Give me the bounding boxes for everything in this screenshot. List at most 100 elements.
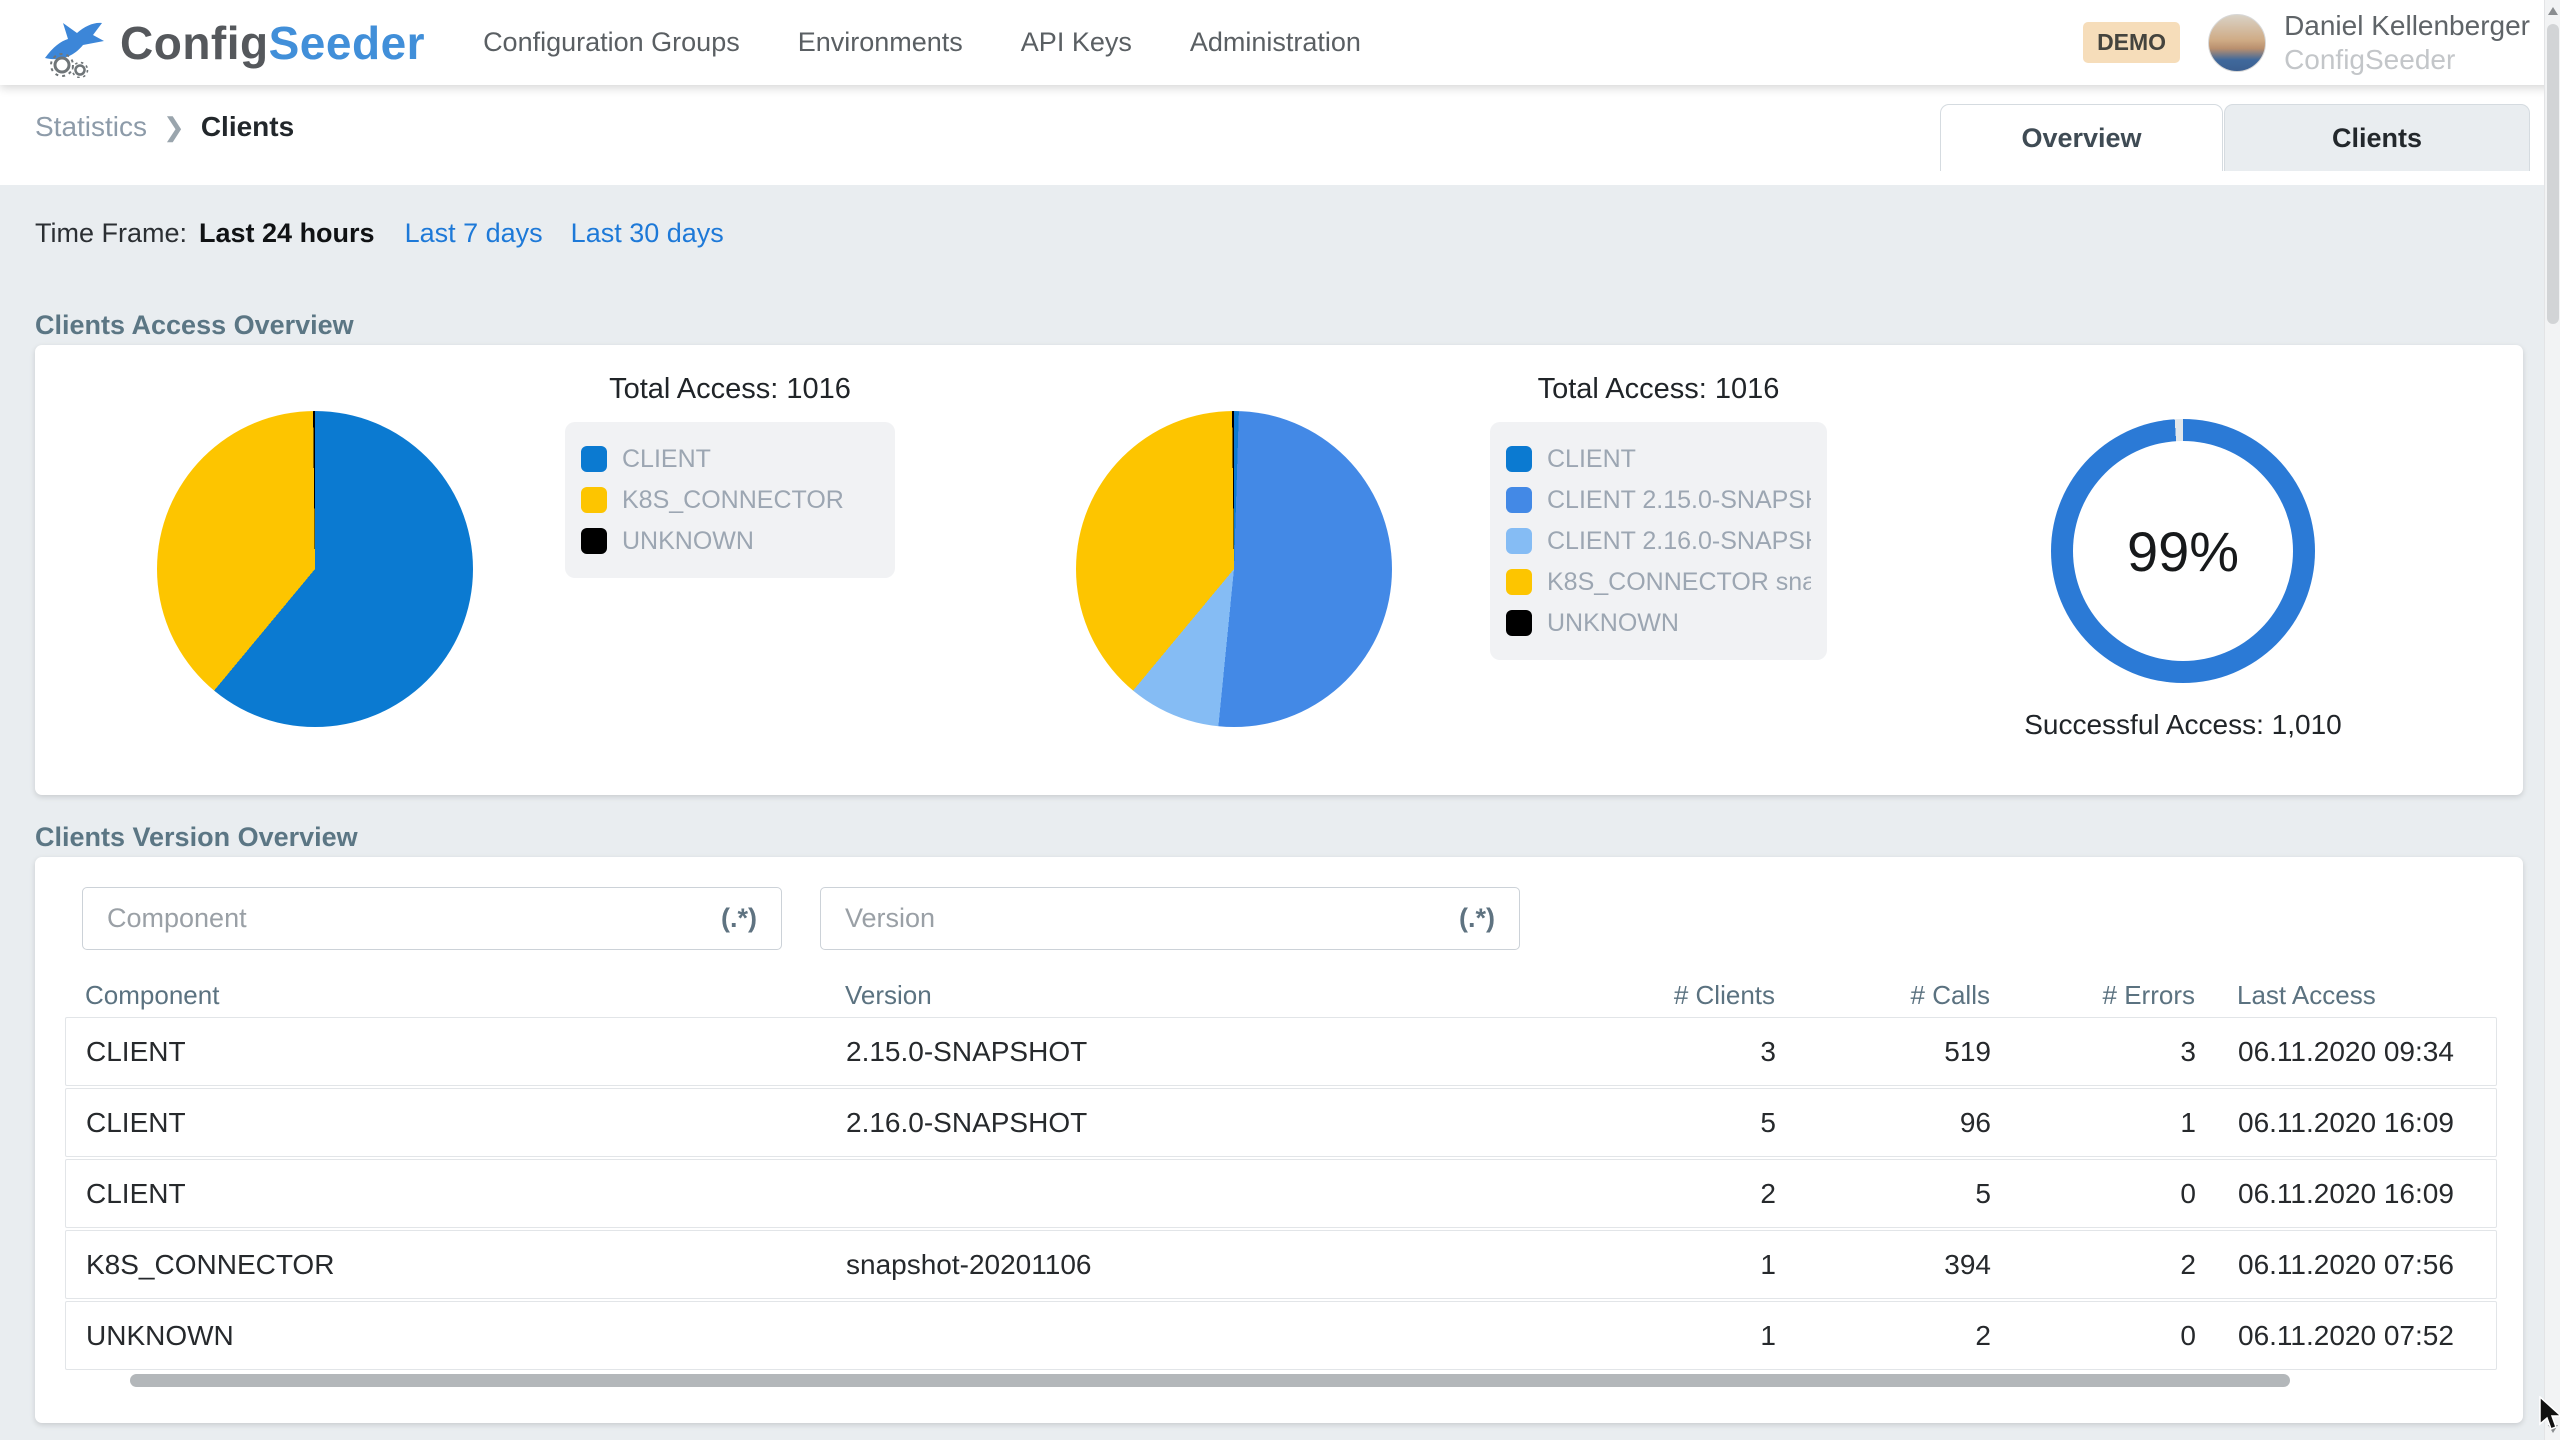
col-header-component: Component [85,980,825,1011]
table-row: K8S_CONNECTORsnapshot-202011061394206.11… [65,1230,2497,1299]
component-filter-placeholder: Component [107,903,721,934]
total-access-title-1: Total Access: 1016 [565,373,895,406]
nav-item-api-keys[interactable]: API Keys [1021,27,1132,58]
table-horizontal-scrollbar[interactable] [130,1374,2290,1387]
legend-item[interactable]: CLIENT [1506,441,1811,477]
legend-color-chip [1506,610,1532,636]
table-body: CLIENT2.15.0-SNAPSHOT3519306.11.2020 09:… [65,1017,2497,1372]
cell-component: K8S_CONNECTOR [86,1249,826,1281]
legend-label: CLIENT [1547,445,1636,474]
mouse-cursor [2538,1396,2560,1432]
cell-num: 2 [1991,1249,2196,1281]
section-title-access-overview: Clients Access Overview [35,310,354,341]
legend-item[interactable]: CLIENT 2.16.0-SNAPSHOT [1506,523,1811,559]
cell-num: 1 [1516,1320,1776,1352]
user-org: ConfigSeeder [2284,43,2530,77]
success-rate-donut-chart: 99% [2051,419,2315,683]
clients-access-overview-card: Total Access: 1016 CLIENT K8S_CONNECTOR UN… [35,345,2523,795]
legend-label: CLIENT [622,445,711,474]
timeframe-last-7-days-link[interactable]: Last 7 days [405,218,543,249]
cell-num: 0 [1991,1178,2196,1210]
legend-label: K8S_CONNECTOR [622,486,844,515]
timeframe-last-30-days-link[interactable]: Last 30 days [571,218,724,249]
legend-box-1: CLIENT K8S_CONNECTOR UNKNOWN [565,422,895,578]
legend-label: UNKNOWN [1547,609,1679,638]
cell-num: 2 [1776,1320,1991,1352]
col-header-last-access: Last Access [2195,980,2473,1011]
col-header-calls: # Calls [1775,980,1990,1011]
cell-component: CLIENT [86,1036,826,1068]
legend-color-chip [1506,487,1532,513]
legend-color-chip [1506,569,1532,595]
nav-item-administration[interactable]: Administration [1190,27,1361,58]
user-info[interactable]: Daniel Kellenberger ConfigSeeder [2284,9,2530,76]
legend-color-chip [1506,528,1532,554]
tab-clients[interactable]: Clients [2224,104,2530,171]
table-row: CLIENT25006.11.2020 16:09 [65,1159,2497,1228]
component-filter-input[interactable]: Component (.*) [82,887,782,950]
navbar-right: DEMO Daniel Kellenberger ConfigSeeder [2083,0,2530,85]
cell-num: 1 [1516,1249,1776,1281]
section-title-version-overview: Clients Version Overview [35,822,358,853]
brand-logo-link[interactable]: ConfigSeeder [38,8,425,78]
breadcrumb-current: Clients [201,111,294,143]
legend-item[interactable]: UNKNOWN [1506,605,1811,641]
col-header-version: Version [825,980,1515,1011]
subheader: Statistics ❯ Clients Overview Clients [0,85,2560,185]
navbar: ConfigSeeder Configuration Groups Environ… [0,0,2560,85]
nav-item-environments[interactable]: Environments [798,27,963,58]
table-header-row: Component Version # Clients # Calls # Er… [65,973,2497,1017]
cell-num: 3 [1991,1036,2196,1068]
breadcrumb-chevron-icon: ❯ [163,112,185,143]
timeframe-label: Time Frame: [35,218,187,249]
version-filter-input[interactable]: Version (.*) [820,887,1520,950]
cell-last: 06.11.2020 16:09 [2196,1178,2472,1210]
version-regex-hint: (.*) [1459,903,1495,934]
cell-last: 06.11.2020 16:09 [2196,1107,2472,1139]
version-pie-legend: Total Access: 1016 CLIENT CLIENT 2.15.0-S… [1490,373,1827,660]
user-name: Daniel Kellenberger [2284,9,2530,43]
cell-version: 2.16.0-SNAPSHOT [826,1107,1516,1139]
tab-overview[interactable]: Overview [1940,104,2223,171]
brand-wordmark: ConfigSeeder [120,16,425,70]
legend-item[interactable]: K8S_CONNECTOR snapsho… [1506,564,1811,600]
legend-item[interactable]: CLIENT 2.15.0-SNAPSHOT [1506,482,1811,518]
version-filter-placeholder: Version [845,903,1459,934]
page-vertical-scrollbar[interactable] [2544,0,2560,1440]
legend-item[interactable]: UNKNOWN [581,523,879,559]
legend-label: K8S_CONNECTOR snapsho… [1547,568,1811,597]
component-regex-hint: (.*) [721,903,757,934]
table-row: UNKNOWN 12006.11.2020 07:52 [65,1301,2497,1370]
content: Time Frame: Last 24 hours Last 7 days La… [0,185,2544,1440]
col-header-clients: # Clients [1515,980,1775,1011]
cell-num: 0 [1991,1320,2196,1352]
page: ConfigSeeder Configuration Groups Environ… [0,0,2560,1440]
nav-item-configuration-groups[interactable]: Configuration Groups [483,27,740,58]
table-row: CLIENT2.15.0-SNAPSHOT3519306.11.2020 09:… [65,1017,2497,1086]
cell-num: 394 [1776,1249,1991,1281]
legend-item[interactable]: CLIENT [581,441,879,477]
configseeder-logo-icon [38,8,108,78]
cell-version: 2.15.0-SNAPSHOT [826,1036,1516,1068]
user-avatar[interactable] [2208,14,2266,72]
cell-last: 06.11.2020 07:52 [2196,1320,2472,1352]
scrollbar-thumb[interactable] [2547,24,2559,324]
timeframe-last-24-hours[interactable]: Last 24 hours [199,218,375,249]
cell-component: CLIENT [86,1107,826,1139]
cell-num: 3 [1516,1036,1776,1068]
cell-num: 5 [1776,1178,1991,1210]
scroll-up-arrow-icon[interactable] [2548,7,2558,15]
legend-label: CLIENT 2.15.0-SNAPSHOT [1547,486,1811,515]
breadcrumb-statistics-link[interactable]: Statistics [35,111,147,143]
legend-color-chip [581,528,607,554]
cell-component: UNKNOWN [86,1320,826,1352]
total-access-title-2: Total Access: 1016 [1490,373,1827,406]
legend-color-chip [581,487,607,513]
col-header-errors: # Errors [1990,980,2195,1011]
cell-num: 2 [1516,1178,1776,1210]
legend-color-chip [1506,446,1532,472]
cell-num: 5 [1516,1107,1776,1139]
legend-item[interactable]: K8S_CONNECTOR [581,482,879,518]
legend-label: UNKNOWN [622,527,754,556]
legend-color-chip [581,446,607,472]
